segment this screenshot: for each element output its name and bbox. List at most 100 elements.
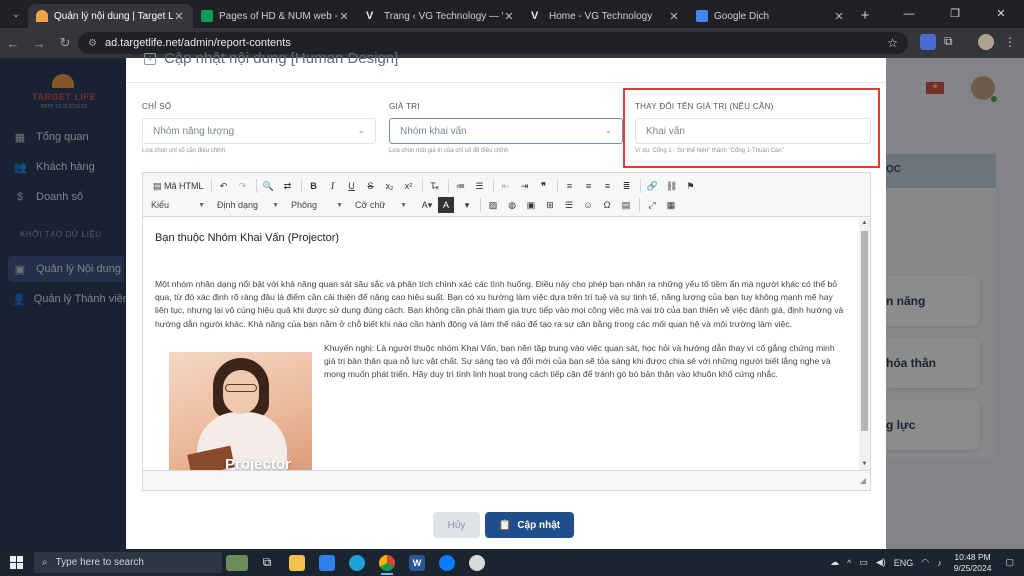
tab-vg-technology-word[interactable]: V Trang ‹ VG Technology — Word ✕ (358, 4, 523, 28)
tab-vg-technology-home[interactable]: V Home - VG Technology ✕ (523, 4, 688, 28)
word-icon[interactable]: W (402, 549, 432, 576)
superscript-button[interactable]: x² (401, 178, 417, 194)
wifi-icon[interactable]: ◠ (921, 557, 929, 568)
editor-content[interactable]: Bạn thuộc Nhóm Khai Vấn (Projector) Một … (143, 218, 859, 470)
extension-icon[interactable] (920, 34, 936, 50)
cancel-button[interactable]: Hủy (433, 512, 480, 538)
maximize-button[interactable]: ❐ (932, 0, 978, 28)
scroll-thumb[interactable] (861, 231, 868, 431)
styles-combo[interactable]: Kiểu ▼ (151, 197, 209, 213)
close-tab-icon[interactable]: ✕ (338, 10, 350, 23)
font-size-combo[interactable]: Cỡ chữ ▼ (355, 197, 411, 213)
network-icon[interactable]: ▭ (859, 557, 868, 568)
undo-icon[interactable]: ↶ (216, 178, 232, 194)
remove-format-icon[interactable]: T̶ₓ (427, 178, 443, 194)
image-caption: Projector (225, 456, 291, 470)
scroll-up-icon[interactable]: ▲ (859, 218, 870, 229)
index-help: Lựa chọn chỉ số cần điều chỉnh (142, 148, 226, 154)
special-char-icon[interactable]: Ω (599, 197, 615, 213)
value-select[interactable]: Nhóm khai vấn ⌄ (389, 118, 623, 144)
notification-icon[interactable]: ▢ (1005, 557, 1014, 568)
bookmark-star-icon[interactable]: ☆ (887, 36, 898, 50)
iframe-icon[interactable]: ▤ (618, 197, 634, 213)
italic-button[interactable]: I (325, 178, 341, 194)
tab-pages-hd-num[interactable]: Pages of HD & NUM web - Goo ✕ (193, 4, 358, 28)
table-icon[interactable]: ⊞ (542, 197, 558, 213)
numbered-list-icon[interactable]: ≔ (453, 178, 469, 194)
tab-target-life[interactable]: Quản lý nội dung | Target Life ✕ (28, 4, 193, 28)
close-window-button[interactable]: ✕ (978, 0, 1024, 28)
bulleted-list-icon[interactable]: ☰ (472, 178, 488, 194)
tab-google-translate[interactable]: Google Dịch ✕ (688, 4, 853, 28)
clock[interactable]: 10:48 PM 9/25/2024 (954, 552, 992, 574)
profile-avatar-icon[interactable] (978, 34, 994, 50)
flash-globe-icon[interactable]: ◍ (504, 197, 520, 213)
zalo-icon[interactable] (432, 549, 462, 576)
align-center-icon[interactable]: ≡ (581, 178, 597, 194)
paint-icon[interactable] (462, 549, 492, 576)
outdent-icon[interactable]: ⇤ (498, 178, 514, 194)
new-tab-button[interactable]: + (853, 7, 877, 24)
indent-icon[interactable]: ⇥ (517, 178, 533, 194)
editor-scrollbar[interactable]: ▲ ▼ (859, 218, 870, 470)
horizontal-line-icon[interactable]: ☰ (561, 197, 577, 213)
strikethrough-button[interactable]: S (363, 178, 379, 194)
start-button[interactable] (0, 556, 32, 569)
text-color-icon[interactable]: A▾ (419, 197, 435, 213)
scroll-down-icon[interactable]: ▼ (859, 459, 870, 470)
speaker-icon[interactable]: ♪ (937, 558, 942, 568)
close-tab-icon[interactable]: ✕ (503, 10, 515, 23)
format-combo[interactable]: Định dạng ▼ (217, 197, 283, 213)
index-select[interactable]: Nhóm năng lượng ⌄ (142, 118, 376, 144)
video-icon[interactable]: ▣ (523, 197, 539, 213)
bg-color-arrow-icon[interactable]: ▾ (459, 197, 475, 213)
image-face (223, 370, 259, 414)
vg-favicon-icon: V (366, 10, 374, 22)
minimize-button[interactable]: — (886, 0, 932, 28)
rich-text-editor: ▤ Mã HTML ↶ ↷ 🔍 ⇄ B I U S x₂ x² T̶ₓ ≔ ☰ (142, 172, 871, 491)
chevron-up-icon[interactable]: ^ (847, 558, 851, 568)
close-tab-icon[interactable]: ✕ (833, 10, 845, 23)
background-color-icon[interactable]: A (438, 197, 454, 213)
align-left-icon[interactable]: ≡ (562, 178, 578, 194)
smiley-icon[interactable]: ☺ (580, 197, 596, 213)
language-indicator[interactable]: ENG (894, 558, 914, 568)
replace-icon[interactable]: ⇄ (280, 178, 296, 194)
tray-widget-icon[interactable]: ☁ (830, 557, 839, 568)
anchor-flag-icon[interactable]: ⚑ (683, 178, 699, 194)
browser-menu-icon[interactable]: ⋮ (1004, 34, 1020, 50)
subscript-button[interactable]: x₂ (382, 178, 398, 194)
back-icon[interactable]: ← (0, 36, 26, 51)
edge-icon[interactable] (342, 549, 372, 576)
tab-search-icon[interactable]: ⌄ (4, 4, 28, 24)
justify-icon[interactable]: ≣ (619, 178, 635, 194)
image-icon[interactable]: ▨ (485, 197, 501, 213)
source-html-button[interactable]: ▤ Mã HTML (151, 178, 206, 194)
task-view-icon[interactable]: ⧉ (252, 549, 282, 576)
vscode-icon[interactable] (312, 549, 342, 576)
update-button[interactable]: 📋 Cập nhật (485, 512, 574, 538)
show-blocks-icon[interactable]: ▦ (663, 197, 679, 213)
blockquote-icon[interactable]: ❞ (536, 178, 552, 194)
align-right-icon[interactable]: ≡ (600, 178, 616, 194)
file-explorer-icon[interactable] (282, 549, 312, 576)
find-icon[interactable]: 🔍 (261, 178, 277, 194)
maximize-icon[interactable]: ⤢ (644, 197, 660, 213)
puzzle-extensions-icon[interactable]: ⧉ (944, 34, 960, 50)
resize-grip-icon[interactable]: ◢ (860, 476, 866, 485)
underline-button[interactable]: U (344, 178, 360, 194)
close-tab-icon[interactable]: ✕ (668, 10, 680, 23)
redo-icon[interactable]: ↷ (235, 178, 251, 194)
widget-landscape-icon[interactable] (222, 549, 252, 576)
bold-button[interactable]: B (306, 178, 322, 194)
forward-icon[interactable]: → (26, 36, 52, 51)
site-info-icon[interactable]: ⚙ (88, 38, 97, 49)
reload-icon[interactable]: ↻ (52, 35, 78, 51)
volume-icon[interactable]: ◀) (876, 557, 886, 568)
link-icon[interactable]: 🔗 (645, 178, 661, 194)
close-tab-icon[interactable]: ✕ (173, 10, 185, 23)
unlink-icon[interactable]: ⛓ (664, 178, 680, 194)
font-combo[interactable]: Phông ▼ (291, 197, 347, 213)
taskbar-search[interactable]: ⌕ Type here to search (34, 552, 222, 573)
chrome-icon[interactable] (372, 549, 402, 576)
